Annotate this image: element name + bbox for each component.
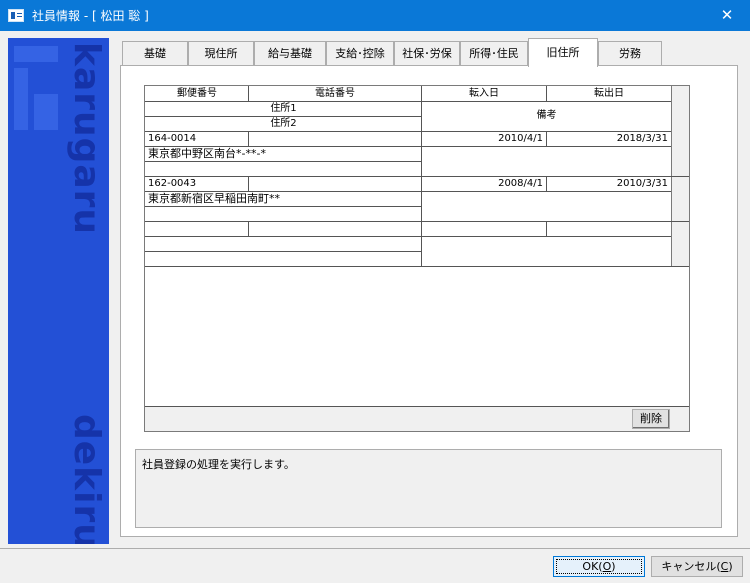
- app-window-icon: [8, 9, 24, 22]
- grid-line: [145, 221, 689, 222]
- header-postal-code: 郵便番号: [177, 88, 217, 99]
- grid-line: [145, 206, 421, 207]
- tab-labor[interactable]: 労務: [598, 41, 662, 66]
- tab-current-address[interactable]: 現住所: [188, 41, 254, 66]
- cell-move-out-date[interactable]: 2010/3/31: [547, 177, 671, 191]
- grid-footer: [145, 406, 689, 431]
- sidebar-decor-block: [14, 68, 28, 130]
- header-phone-number: 電話番号: [315, 88, 355, 99]
- header-move-out-date: 転出日: [594, 88, 624, 99]
- message-box: 社員登録の処理を実行します。: [135, 449, 722, 528]
- ok-button[interactable]: OK(O): [553, 556, 645, 577]
- status-message: 社員登録の処理を実行します。: [142, 458, 295, 471]
- cell-move-in-date[interactable]: 2008/4/1: [422, 177, 546, 191]
- cancel-label: キャンセル(: [661, 560, 721, 573]
- header-address1: 住所1: [270, 103, 297, 114]
- title-bar: 社員情報 - [ 松田 聡 ] ✕: [0, 0, 750, 31]
- grid-line: [145, 251, 421, 252]
- ok-label-suffix: ): [611, 560, 616, 573]
- header-address2: 住所2: [270, 118, 297, 129]
- close-icon: ✕: [720, 6, 734, 24]
- cell-move-out-date[interactable]: 2018/3/31: [547, 132, 671, 146]
- cell-postal-code[interactable]: 162-0043: [146, 177, 248, 191]
- tab-basic[interactable]: 基礎: [122, 41, 188, 66]
- grid-line: [145, 161, 421, 162]
- cell-move-in-date[interactable]: 2010/4/1: [422, 132, 546, 146]
- close-window-button[interactable]: ✕: [704, 0, 750, 31]
- cell-postal-code[interactable]: 164-0014: [146, 132, 248, 146]
- tab-income-residence[interactable]: 所得･住民: [460, 41, 528, 66]
- tab-previous-address[interactable]: 旧住所: [528, 38, 598, 67]
- ok-label: OK(: [582, 560, 603, 573]
- grid-line: [145, 236, 671, 237]
- grid-line: [546, 221, 547, 237]
- grid-line: [248, 131, 249, 147]
- cell-address1[interactable]: 東京都中野区南台*-**-*: [146, 147, 421, 161]
- window-title: 社員情報 - [ 松田 聡 ]: [32, 9, 149, 23]
- tab-social-labor-insurance[interactable]: 社保･労保: [394, 41, 460, 66]
- tab-salary-basic[interactable]: 給与基礎: [254, 41, 326, 66]
- grid-line: [248, 176, 249, 192]
- sidebar-decor-block: [14, 46, 58, 62]
- brand-sidebar: karugaru dekiru: [8, 38, 109, 544]
- cell-address1[interactable]: 東京都新宿区早稲田南町**: [146, 192, 421, 206]
- tab-payments-deductions[interactable]: 支給･控除: [326, 41, 394, 66]
- header-move-in-date: 転入日: [469, 88, 499, 99]
- header-notes: 備考: [536, 110, 557, 121]
- delete-button[interactable]: 削除: [632, 409, 670, 429]
- cancel-label-suffix: ): [728, 560, 733, 573]
- grid-line: [145, 266, 689, 267]
- cancel-button[interactable]: キャンセル(C): [651, 556, 743, 577]
- footer-separator: [0, 548, 750, 549]
- brand-logo-top: karugaru: [66, 42, 107, 236]
- brand-logo-bottom: dekiru: [66, 414, 107, 544]
- sidebar-decor-block: [34, 94, 58, 130]
- ok-accelerator-key: O: [602, 560, 612, 573]
- grid-line: [248, 221, 249, 237]
